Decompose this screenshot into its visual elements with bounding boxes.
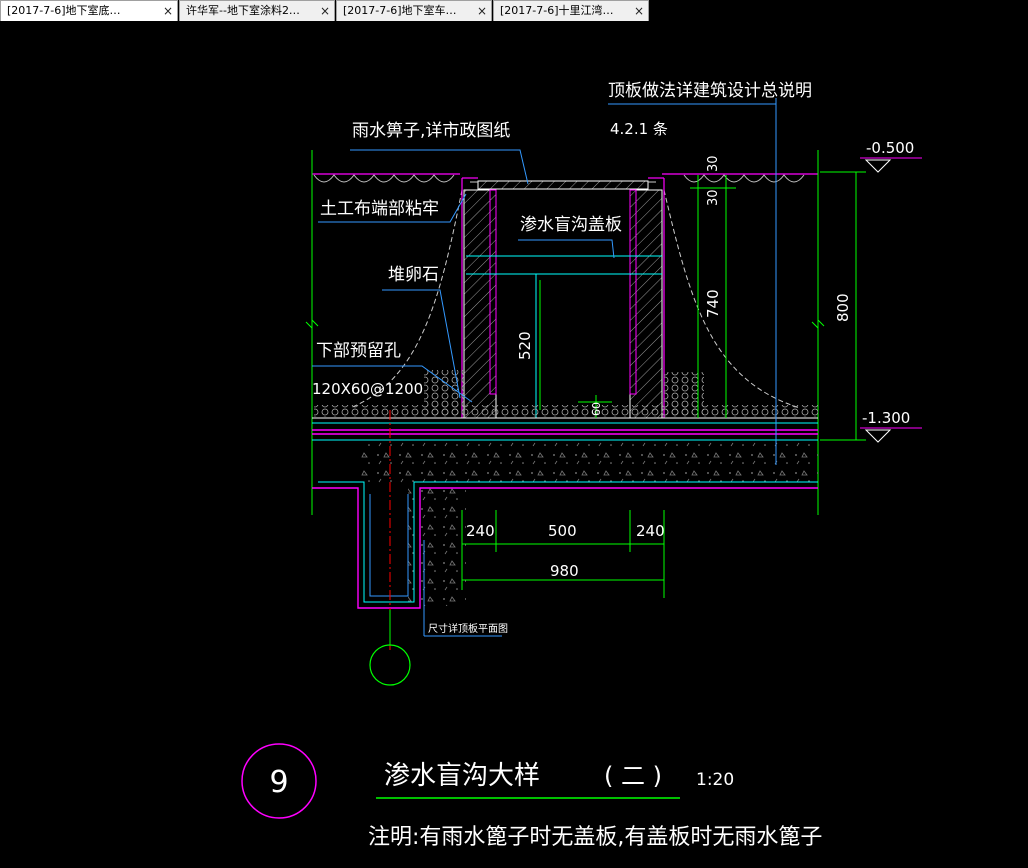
tab-drawing-1[interactable]: [2017-7-6]地下室底… × [0,0,178,21]
reference-note: 尺寸详顶板平面图 [428,622,508,635]
tab-drawing-3[interactable]: [2017-7-6]地下室车… × [336,0,492,21]
tab-bar: [2017-7-6]地下室底… × 许华军--地下室涂料2… × [2017-7… [0,0,1028,22]
elevation-bottom: -1.300 [862,409,910,427]
dim-980: 980 [550,562,579,580]
rain-grate [470,180,656,190]
floor-layers [312,405,818,441]
detail-title: 渗水盲沟大样 [384,761,540,791]
close-icon[interactable]: × [477,1,487,21]
dim-30-second: 30 [706,189,721,206]
elevation-markers [860,157,922,443]
tab-drawing-2[interactable]: 许华军--地下室涂料2… × [179,0,335,21]
dim-740: 740 [704,289,722,318]
close-icon[interactable]: × [163,1,173,21]
close-icon[interactable]: × [320,1,330,21]
tab-drawing-4[interactable]: [2017-7-6]十里江湾… × [493,0,649,21]
hole-spec: 120X60@1200 [312,380,423,398]
pebble-label: 堆卵石 [388,265,439,285]
roof-note-line-1: 顶板做法详建筑设计总说明 [608,81,812,101]
detail-scale: 1:20 [696,770,734,790]
detail-note: 注明:有雨水篦子时无盖板,有盖板时无雨水篦子 [368,825,822,850]
tab-label: [2017-7-6]十里江湾… [500,4,614,17]
trench-walls [461,177,665,419]
dim-240-right: 240 [636,522,665,540]
dim-520: 520 [516,331,534,360]
roof-note-line-2: 4.2.1 条 [610,120,668,138]
dim-30-top: 30 [706,155,721,172]
dim-500: 500 [548,522,577,540]
axis-bubble [369,644,411,686]
dim-800: 800 [834,293,852,322]
hole-label: 下部预留孔 [316,341,401,361]
detail-subtitle: ( 二 ) [604,762,662,790]
tab-label: 许华军--地下室涂料2… [186,4,300,17]
dim-240-left: 240 [466,522,495,540]
cover-label: 渗水盲沟盖板 [520,215,622,235]
title-block: 9 渗水盲沟大样 ( 二 ) 1:20 注明:有雨水篦子时无盖板,有盖板时无雨水… [241,743,822,850]
cad-canvas[interactable]: 顶板做法详建筑设计总说明 4.2.1 条 雨水箅子,详市政图纸 土工布端部粘牢 … [0,22,1028,868]
detail-number: 9 [269,765,288,800]
tab-label: [2017-7-6]地下室车… [343,4,457,17]
elevation-top: -0.500 [866,139,914,157]
dim-60: 60 [590,402,603,416]
grate-label: 雨水箅子,详市政图纸 [352,121,510,141]
close-icon[interactable]: × [634,1,644,21]
geotextile-label: 土工布端部粘牢 [320,199,439,219]
tab-label: [2017-7-6]地下室底… [7,4,121,17]
